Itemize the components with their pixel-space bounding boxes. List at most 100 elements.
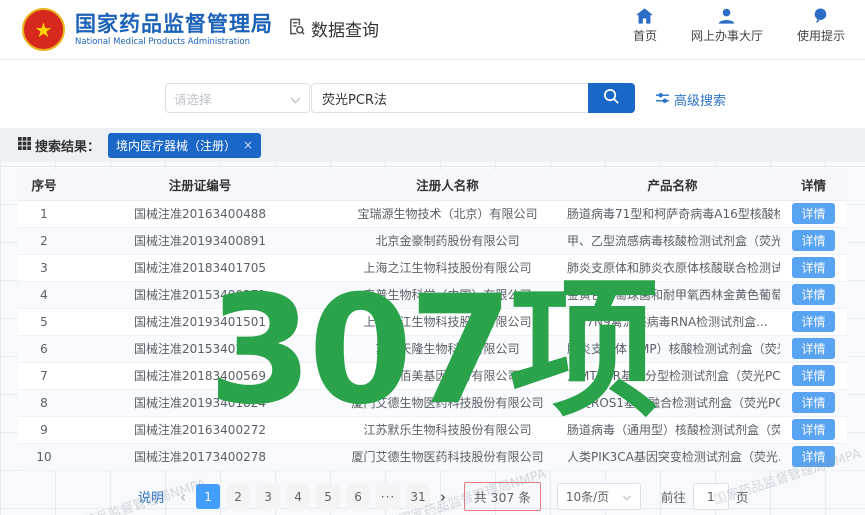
nav-service-hall[interactable]: 网上办事大厅 (691, 8, 763, 44)
detail-button[interactable]: 详情 (792, 284, 834, 305)
page-button[interactable]: 5 (316, 484, 340, 509)
page-size-value: 10条/页 (566, 488, 609, 505)
detail-button[interactable]: 详情 (792, 203, 834, 224)
page-button[interactable]: 1 (196, 484, 220, 509)
result-filter-tag[interactable]: 境内医疗器械（注册） × (108, 133, 261, 158)
registration-number: 国械注准20153400271 (70, 281, 330, 308)
page-button[interactable]: 2 (226, 484, 250, 509)
detail-button[interactable]: 详情 (792, 230, 834, 251)
site-subtitle: National Medical Products Administration (75, 37, 273, 47)
nav-tips[interactable]: 使用提示 (797, 8, 845, 44)
table-row: 8国械注准20193401824厦门艾德生物医药科技股份有限公司人类ROS1基因… (18, 389, 847, 416)
registrant-name: 北京金豪制药股份有限公司 (330, 227, 565, 254)
search-icon (603, 88, 620, 108)
page-size-select[interactable]: 10条/页 (557, 483, 641, 510)
nav-home-label: 首页 (633, 27, 657, 44)
registrant-name: 陕西佰美基因股份有限公司 (330, 362, 565, 389)
jump-suffix: 页 (736, 487, 749, 506)
result-tag-label: 境内医疗器械（注册） (116, 137, 236, 154)
table-row: 9国械注准20163400272江苏默乐生物科技股份有限公司肠道病毒（通用型）核… (18, 416, 847, 443)
search-button[interactable] (588, 83, 635, 113)
detail-button[interactable]: 详情 (792, 338, 834, 359)
advanced-search-link[interactable]: 高级搜索 (656, 90, 726, 109)
row-index: 5 (18, 308, 70, 335)
table-row: 7国械注准20183400569陕西佰美基因股份有限公司人MTHFR基因分型检测… (18, 362, 847, 389)
registration-number: 国械注准20173400278 (70, 443, 330, 470)
registration-number: 国械注准20163400488 (70, 200, 330, 227)
row-index: 1 (18, 200, 70, 227)
nav-tips-label: 使用提示 (797, 27, 845, 44)
registration-number: 国械注准20193400891 (70, 227, 330, 254)
table-row: 3国械注准20183401705上海之江生物科技股份有限公司肺炎支原体和肺炎衣原… (18, 254, 847, 281)
column-header-reg-no: 注册证编号 (70, 170, 330, 200)
product-name: 肺炎支原体（MP）核酸检测试剂盒（荧光P... (565, 335, 780, 362)
detail-button[interactable]: 详情 (792, 446, 834, 467)
category-select[interactable]: 请选择 (165, 83, 310, 113)
product-name: 肺炎支原体和肺炎衣原体核酸联合检测试剂盒... (565, 254, 780, 281)
chevron-down-icon (622, 490, 632, 504)
table-row: 2国械注准20193400891北京金豪制药股份有限公司甲、乙型流感病毒核酸检测… (18, 227, 847, 254)
registrant-name: 厦门艾德生物医药科技股份有限公司 (330, 389, 565, 416)
row-index: 4 (18, 281, 70, 308)
registration-number: 国械注准20193401824 (70, 389, 330, 416)
page-jump: 前往 页 (661, 483, 749, 510)
page-button[interactable]: 3 (256, 484, 280, 509)
nav-service-hall-label: 网上办事大厅 (691, 27, 763, 44)
row-index: 6 (18, 335, 70, 362)
header: ★ 国家药品监督管理局 National Medical Products Ad… (0, 0, 865, 60)
detail-button[interactable]: 详情 (792, 419, 834, 440)
total-count: 共 307 条 (464, 482, 541, 511)
product-name: H7N9禽流感病毒RNA检测试剂盒... (565, 308, 780, 335)
results-table: 序号 注册证编号 注册人名称 产品名称 详情 1国械注准20163400488宝… (18, 170, 847, 471)
row-index: 9 (18, 416, 70, 443)
row-index: 2 (18, 227, 70, 254)
registrant-name: 厦门艾德生物医药科技股份有限公司 (330, 443, 565, 470)
detail-button[interactable]: 详情 (792, 311, 834, 332)
product-name: 人MTHFR基因分型检测试剂盒（荧光PC... (565, 362, 780, 389)
page-body: 搜索结果： 境内医疗器械（注册） × 序号 注册证编号 注册人名称 产品名称 详… (0, 128, 865, 515)
registration-number: 国械注准20163400272 (70, 416, 330, 443)
page-button[interactable]: 4 (286, 484, 310, 509)
registration-number: 国械注准20153402135 (70, 335, 330, 362)
page-button[interactable]: 31 (406, 484, 430, 509)
table-row: 4国械注准20153400271泰普生物科学（中国）有限公司金黄色葡萄球菌和耐甲… (18, 281, 847, 308)
close-icon[interactable]: × (243, 138, 253, 152)
site-title: 国家药品监督管理局 (75, 12, 273, 36)
product-name: 肠道病毒71型和柯萨奇病毒A16型核酸检... (565, 200, 780, 227)
home-icon (636, 8, 653, 24)
detail-button[interactable]: 详情 (792, 392, 834, 413)
note-link[interactable]: 说明 (138, 487, 164, 506)
column-header-detail: 详情 (780, 170, 847, 200)
page-button[interactable]: 6 (346, 484, 370, 509)
registrant-name: 上海之江生物科技股份有限公司 (330, 308, 565, 335)
product-name: 人类PIK3CA基因突变检测试剂盒（荧光... (565, 443, 780, 470)
nav-home[interactable]: 首页 (633, 8, 657, 44)
table-header: 序号 注册证编号 注册人名称 产品名称 详情 (18, 170, 847, 200)
detail-button[interactable]: 详情 (792, 257, 834, 278)
registrant-name: 泰普生物科学（中国）有限公司 (330, 281, 565, 308)
results-label: 搜索结果： (18, 136, 100, 155)
detail-button[interactable]: 详情 (792, 365, 834, 386)
results-bar: 搜索结果： 境内医疗器械（注册） × (0, 128, 865, 162)
product-name: 金黄色葡萄球菌和耐甲氧西林金黄色葡萄球菌... (565, 281, 780, 308)
registration-number: 国械注准20183401705 (70, 254, 330, 281)
product-name: 甲、乙型流感病毒核酸检测试剂盒（荧光PC... (565, 227, 780, 254)
jump-prefix: 前往 (661, 487, 686, 506)
next-page-arrow[interactable]: › (436, 488, 450, 506)
app-title: 数据查询 (287, 16, 379, 41)
table-row: 6国械注准20153402135苏州天隆生物科技有限公司肺炎支原体（MP）核酸检… (18, 335, 847, 362)
search-section: 请选择 高级搜索 (0, 60, 865, 128)
table-body: 1国械注准20163400488宝瑞源生物技术（北京）有限公司肠道病毒71型和柯… (18, 200, 847, 470)
prev-page-arrow[interactable]: ‹ (176, 488, 190, 506)
row-index: 7 (18, 362, 70, 389)
top-nav: 首页 网上办事大厅 使用提示 (633, 8, 845, 44)
search-input[interactable] (311, 83, 588, 113)
pagination: 说明 ‹ 123456···31 › 共 307 条 10条/页 前往 页 (138, 482, 748, 511)
app-title-label: 数据查询 (311, 16, 379, 41)
row-index: 10 (18, 443, 70, 470)
data-query-icon (287, 17, 306, 41)
user-icon (718, 8, 735, 24)
table-row: 10国械注准20173400278厦门艾德生物医药科技股份有限公司人类PIK3C… (18, 443, 847, 470)
registrant-name: 江苏默乐生物科技股份有限公司 (330, 416, 565, 443)
jump-page-input[interactable] (693, 483, 729, 510)
